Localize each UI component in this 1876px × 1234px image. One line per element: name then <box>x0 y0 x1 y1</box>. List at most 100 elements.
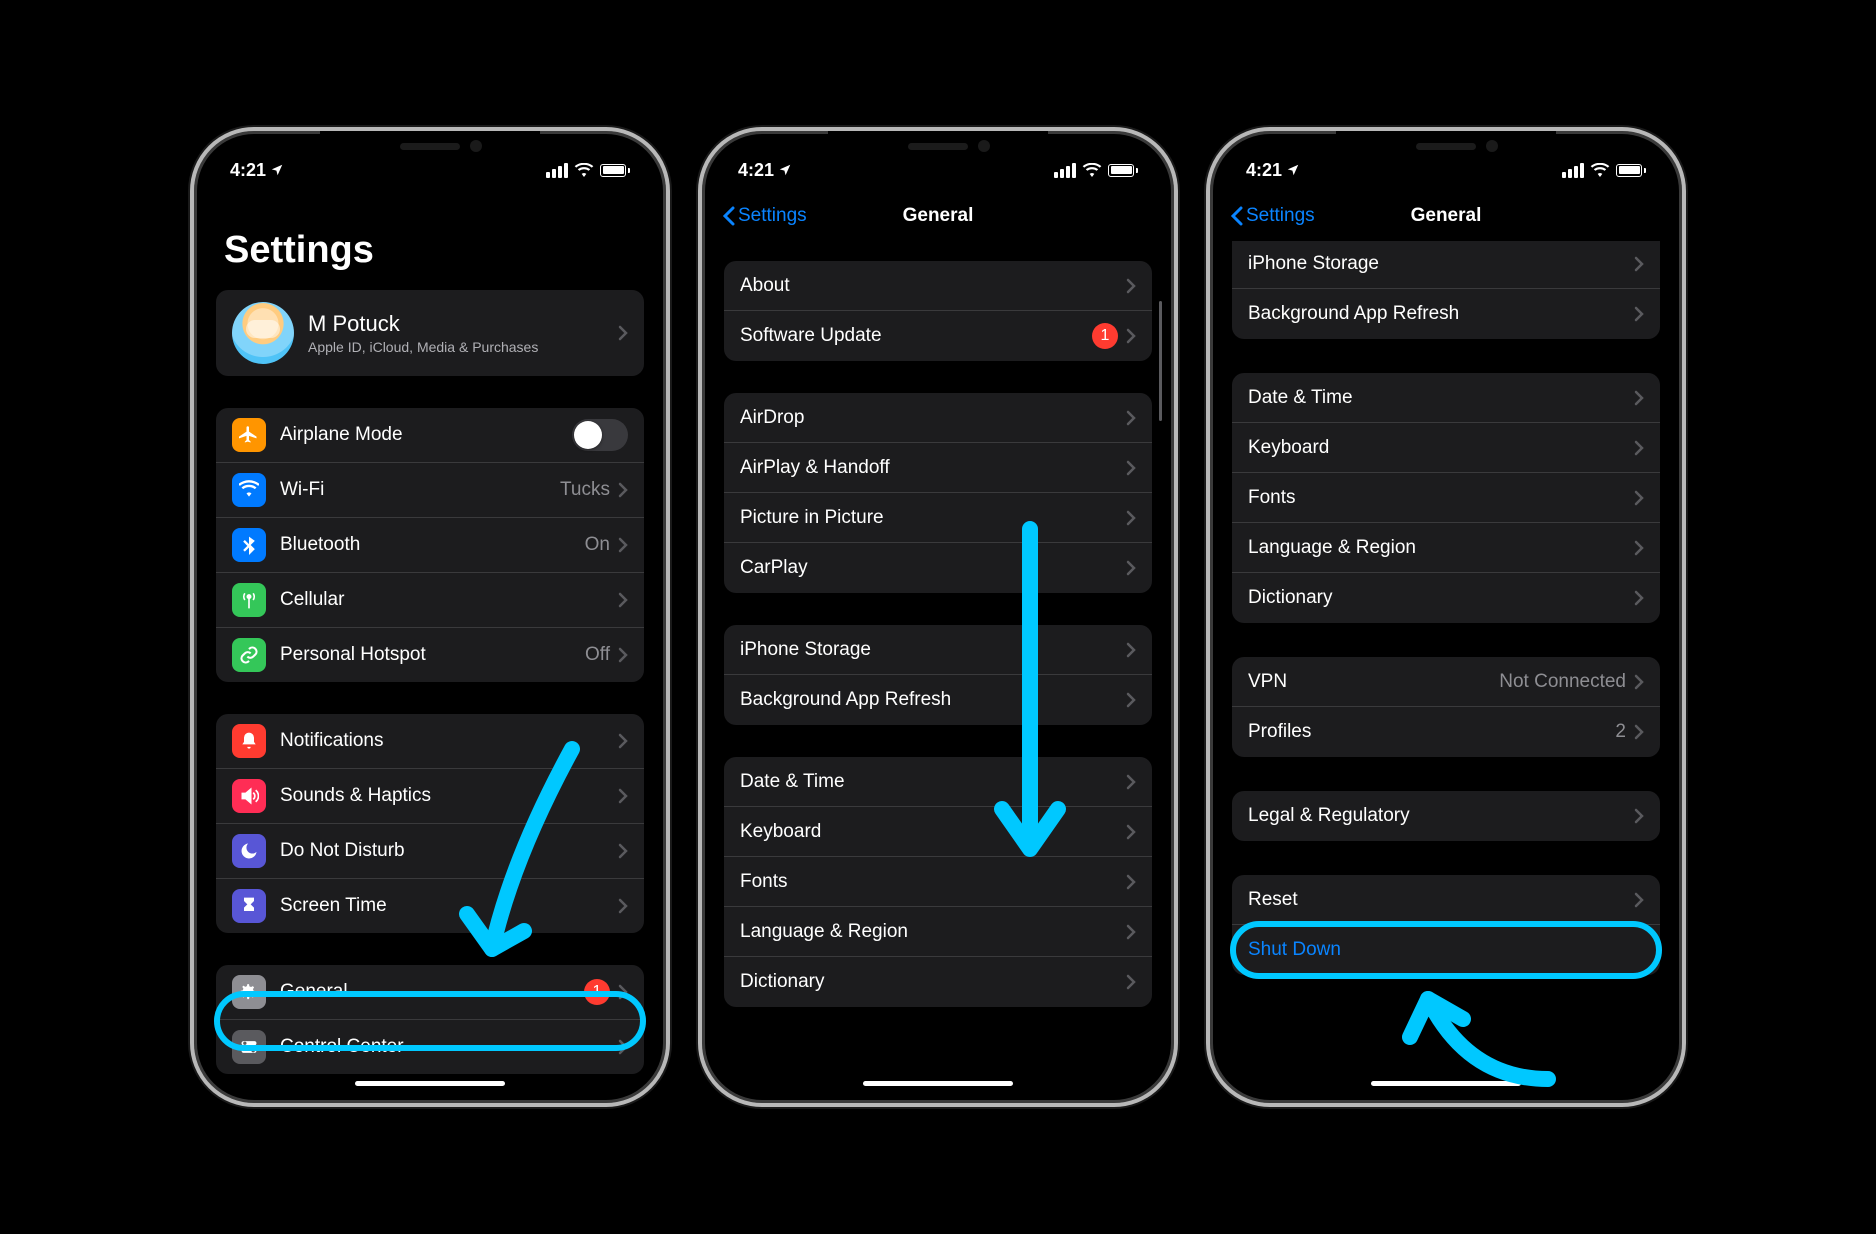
row-fonts[interactable]: Fonts <box>724 857 1152 907</box>
row-sounds-haptics[interactable]: Sounds & Haptics <box>216 769 644 824</box>
row-label: Legal & Regulatory <box>1248 805 1634 827</box>
status-time: 4:21 <box>738 160 774 181</box>
bluetooth-icon <box>232 528 266 562</box>
row-label: Wi-Fi <box>280 479 560 501</box>
row-label: iPhone Storage <box>1248 253 1634 275</box>
row-keyboard[interactable]: Keyboard <box>1232 423 1660 473</box>
row-airplay-handoff[interactable]: AirPlay & Handoff <box>724 443 1152 493</box>
row-language-region[interactable]: Language & Region <box>724 907 1152 957</box>
row-reset[interactable]: Reset <box>1232 875 1660 925</box>
row-notifications[interactable]: Notifications <box>216 714 644 769</box>
chevron-right-icon <box>1634 256 1644 272</box>
speaker-icon <box>232 779 266 813</box>
home-indicator[interactable] <box>863 1081 1013 1086</box>
row-wi-fi[interactable]: Wi-FiTucks <box>216 463 644 518</box>
chevron-right-icon <box>1126 692 1136 708</box>
chevron-right-icon <box>618 898 628 914</box>
row-do-not-disturb[interactable]: Do Not Disturb <box>216 824 644 879</box>
notch <box>828 131 1048 165</box>
row-label: Keyboard <box>1248 437 1634 459</box>
row-legal-regulatory[interactable]: Legal & Regulatory <box>1232 791 1660 841</box>
back-label: Settings <box>1246 205 1315 227</box>
hourglass-icon <box>232 889 266 923</box>
chevron-right-icon <box>1126 774 1136 790</box>
row-label: Control Center <box>280 1036 618 1058</box>
row-label: Airplane Mode <box>280 424 572 446</box>
home-indicator[interactable] <box>355 1081 505 1086</box>
row-background-app-refresh[interactable]: Background App Refresh <box>1232 289 1660 339</box>
row-label: VPN <box>1248 671 1499 693</box>
row-vpn[interactable]: VPNNot Connected <box>1232 657 1660 707</box>
row-dictionary[interactable]: Dictionary <box>1232 573 1660 623</box>
row-iphone-storage[interactable]: iPhone Storage <box>724 625 1152 675</box>
chevron-right-icon <box>1126 874 1136 890</box>
row-label: Keyboard <box>740 821 1126 843</box>
row-label: Cellular <box>280 589 618 611</box>
apple-id-row[interactable]: M Potuck Apple ID, iCloud, Media & Purch… <box>216 290 644 376</box>
row-shut-down[interactable]: Shut Down <box>1232 925 1660 975</box>
back-button[interactable]: Settings <box>722 205 807 227</box>
row-date-time[interactable]: Date & Time <box>724 757 1152 807</box>
nav-title: General <box>1411 205 1482 227</box>
row-detail: Not Connected <box>1499 671 1626 693</box>
switches-icon <box>232 1030 266 1064</box>
row-bluetooth[interactable]: BluetoothOn <box>216 518 644 573</box>
chevron-right-icon <box>618 537 628 553</box>
chevron-right-icon <box>1634 440 1644 456</box>
row-cellular[interactable]: Cellular <box>216 573 644 628</box>
toggle-airplane-mode[interactable] <box>572 419 628 451</box>
row-about[interactable]: About <box>724 261 1152 311</box>
row-label: Notifications <box>280 730 618 752</box>
row-iphone-storage[interactable]: iPhone Storage <box>1232 241 1660 289</box>
row-airdrop[interactable]: AirDrop <box>724 393 1152 443</box>
airplane-icon <box>232 418 266 452</box>
row-dictionary[interactable]: Dictionary <box>724 957 1152 1007</box>
cellular-signal-icon <box>1562 163 1584 178</box>
cellular-signal-icon <box>546 163 568 178</box>
chevron-right-icon <box>1634 892 1644 908</box>
row-general[interactable]: General1 <box>216 965 644 1020</box>
row-language-region[interactable]: Language & Region <box>1232 523 1660 573</box>
row-label: Profiles <box>1248 721 1615 743</box>
row-label: Background App Refresh <box>1248 303 1634 325</box>
row-label: iPhone Storage <box>740 639 1126 661</box>
row-label: Reset <box>1248 889 1634 911</box>
chevron-right-icon <box>618 1039 628 1055</box>
row-fonts[interactable]: Fonts <box>1232 473 1660 523</box>
row-screen-time[interactable]: Screen Time <box>216 879 644 933</box>
row-carplay[interactable]: CarPlay <box>724 543 1152 593</box>
notch <box>1336 131 1556 165</box>
row-background-app-refresh[interactable]: Background App Refresh <box>724 675 1152 725</box>
row-control-center[interactable]: Control Center <box>216 1020 644 1074</box>
chevron-right-icon <box>1126 328 1136 344</box>
row-personal-hotspot[interactable]: Personal HotspotOff <box>216 628 644 682</box>
row-detail: 2 <box>1615 721 1626 743</box>
battery-icon <box>600 164 630 177</box>
back-button[interactable]: Settings <box>1230 205 1315 227</box>
row-profiles[interactable]: Profiles2 <box>1232 707 1660 757</box>
phone-frame-3: 4:21 Settings General iPhone Storage Back… <box>1206 127 1686 1107</box>
row-label: Date & Time <box>740 771 1126 793</box>
notch <box>320 131 540 165</box>
status-time: 4:21 <box>1246 160 1282 181</box>
badge: 1 <box>584 979 610 1005</box>
battery-icon <box>1108 164 1138 177</box>
location-arrow-icon <box>1286 163 1300 177</box>
chevron-right-icon <box>1126 410 1136 426</box>
row-picture-in-picture[interactable]: Picture in Picture <box>724 493 1152 543</box>
row-date-time[interactable]: Date & Time <box>1232 373 1660 423</box>
nav-title: General <box>903 205 974 227</box>
row-label: Personal Hotspot <box>280 644 585 666</box>
row-keyboard[interactable]: Keyboard <box>724 807 1152 857</box>
row-software-update[interactable]: Software Update1 <box>724 311 1152 361</box>
row-airplane-mode[interactable]: Airplane Mode <box>216 408 644 463</box>
battery-icon <box>1616 164 1646 177</box>
chevron-right-icon <box>1634 390 1644 406</box>
chevron-right-icon <box>1126 510 1136 526</box>
chevron-right-icon <box>1634 590 1644 606</box>
back-label: Settings <box>738 205 807 227</box>
scroll-indicator[interactable] <box>1159 301 1162 421</box>
row-label: Language & Region <box>1248 537 1634 559</box>
home-indicator[interactable] <box>1371 1081 1521 1086</box>
link-icon <box>232 638 266 672</box>
